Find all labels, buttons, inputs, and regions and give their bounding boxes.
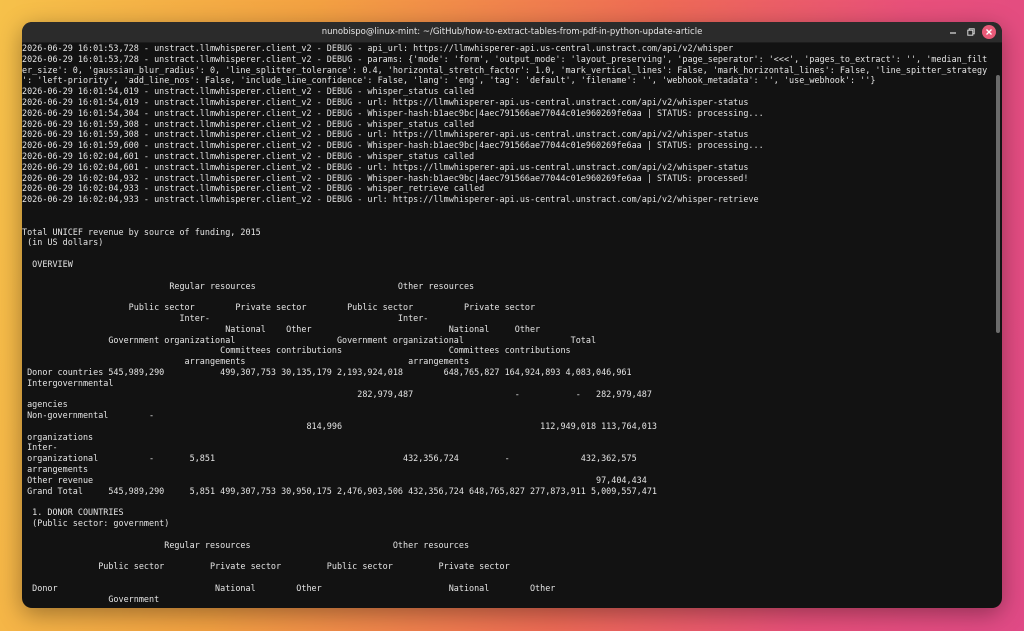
minimize-icon [950,32,956,34]
terminal-line: organizations [22,431,94,442]
terminal-line: 2026-06-29 16:01:59,308 - unstract.llmwh… [22,129,749,140]
terminal-line: Regular resources Other resources [22,280,475,291]
terminal-line: Other revenue 97,404,434 [22,474,647,485]
terminal-line: Non-governmental - [22,410,155,421]
terminal-line: Inter- [22,442,58,453]
terminal-line: OVERVIEW [22,258,73,269]
terminal-line: Committees contributions Committees cont… [22,345,571,356]
terminal-line: Public sector Private sector Public sect… [22,561,510,572]
terminal-line: 2026-06-29 16:02:04,601 - unstract.llmwh… [22,150,475,161]
window-title: nunobispo@linux-mint: ~/GitHub/how-to-ex… [321,27,703,37]
title-bar[interactable]: nunobispo@linux-mint: ~/GitHub/how-to-ex… [22,22,1002,43]
terminal-scrollbar[interactable] [995,43,1001,606]
terminal-line: 814,996 112,949,018 113,764,013 [22,420,657,431]
terminal-line: ': 'left-priority', 'add_line_nos': Fals… [22,75,876,86]
terminal-line: Public sector Private sector Public sect… [22,302,536,313]
terminal-line: 2026-06-29 16:02:04,932 - unstract.llmwh… [22,172,749,183]
maximize-icon [967,28,975,36]
terminal-line: 2026-06-29 16:01:53,728 - unstract.llmwh… [22,53,988,64]
terminal-line: (in US dollars) [22,237,104,248]
terminal-line: 2026-06-29 16:02:04,933 - unstract.llmwh… [22,194,759,205]
terminal-output[interactable]: 2026-06-29 16:01:53,728 - unstract.llmwh… [22,43,994,608]
close-button[interactable] [982,25,996,39]
terminal-line: Government [22,593,160,604]
terminal-line: 2026-06-29 16:01:53,728 - unstract.llmwh… [22,43,734,53]
terminal-line: organizational - 5,851 432,356,724 - 432… [22,453,637,464]
terminal-line: Regular resources Other resources [22,539,470,550]
terminal-line: arrangements arrangements [22,356,470,367]
terminal-line: Donor National Other National Other [22,582,556,593]
terminal-line: 2026-06-29 16:01:54,019 - unstract.llmwh… [22,86,475,97]
terminal-line: 2026-06-29 16:01:59,600 - unstract.llmwh… [22,140,764,151]
terminal-line: 2026-06-29 16:02:04,933 - unstract.llmwh… [22,183,485,194]
terminal-line: Government organizational Government org… [22,334,597,345]
maximize-button[interactable] [964,25,978,39]
terminal-window: nunobispo@linux-mint: ~/GitHub/how-to-ex… [22,22,1002,608]
terminal-line: er_size': 0, 'gaussian_blur_radius': 0, … [22,64,988,75]
terminal-line: agencies [22,399,68,410]
terminal-line: Grand Total 545,989,290 5,851 499,307,75… [22,485,657,496]
terminal-line: (Public sector: government) [22,518,170,529]
terminal-line: 2026-06-29 16:01:54,304 - unstract.llmwh… [22,107,764,118]
terminal-line: 1. DONOR COUNTRIES [22,507,124,518]
terminal-line: National Other National Other [22,323,541,334]
terminal-line: Donor countries 545,989,290 499,307,753 … [22,366,632,377]
terminal-line: 2026-06-29 16:02:04,601 - unstract.llmwh… [22,161,749,172]
terminal-line: 2026-06-29 16:01:59,308 - unstract.llmwh… [22,118,475,129]
terminal-line: 2026-06-29 16:01:54,019 - unstract.llmwh… [22,96,749,107]
terminal-line: 282,979,487 - - 282,979,487 [22,388,652,399]
terminal-line: arrangements [22,464,89,475]
terminal-line: Total UNICEF revenue by source of fundin… [22,226,261,237]
scrollbar-thumb[interactable] [996,75,1000,333]
terminal-line: Intergovernmental [22,377,114,388]
minimize-button[interactable] [946,25,960,39]
terminal-line: Inter- Inter- [22,312,429,323]
terminal-text: 2026-06-29 16:01:53,728 - unstract.llmwh… [22,43,994,604]
close-icon [986,29,992,35]
window-controls [946,25,996,39]
